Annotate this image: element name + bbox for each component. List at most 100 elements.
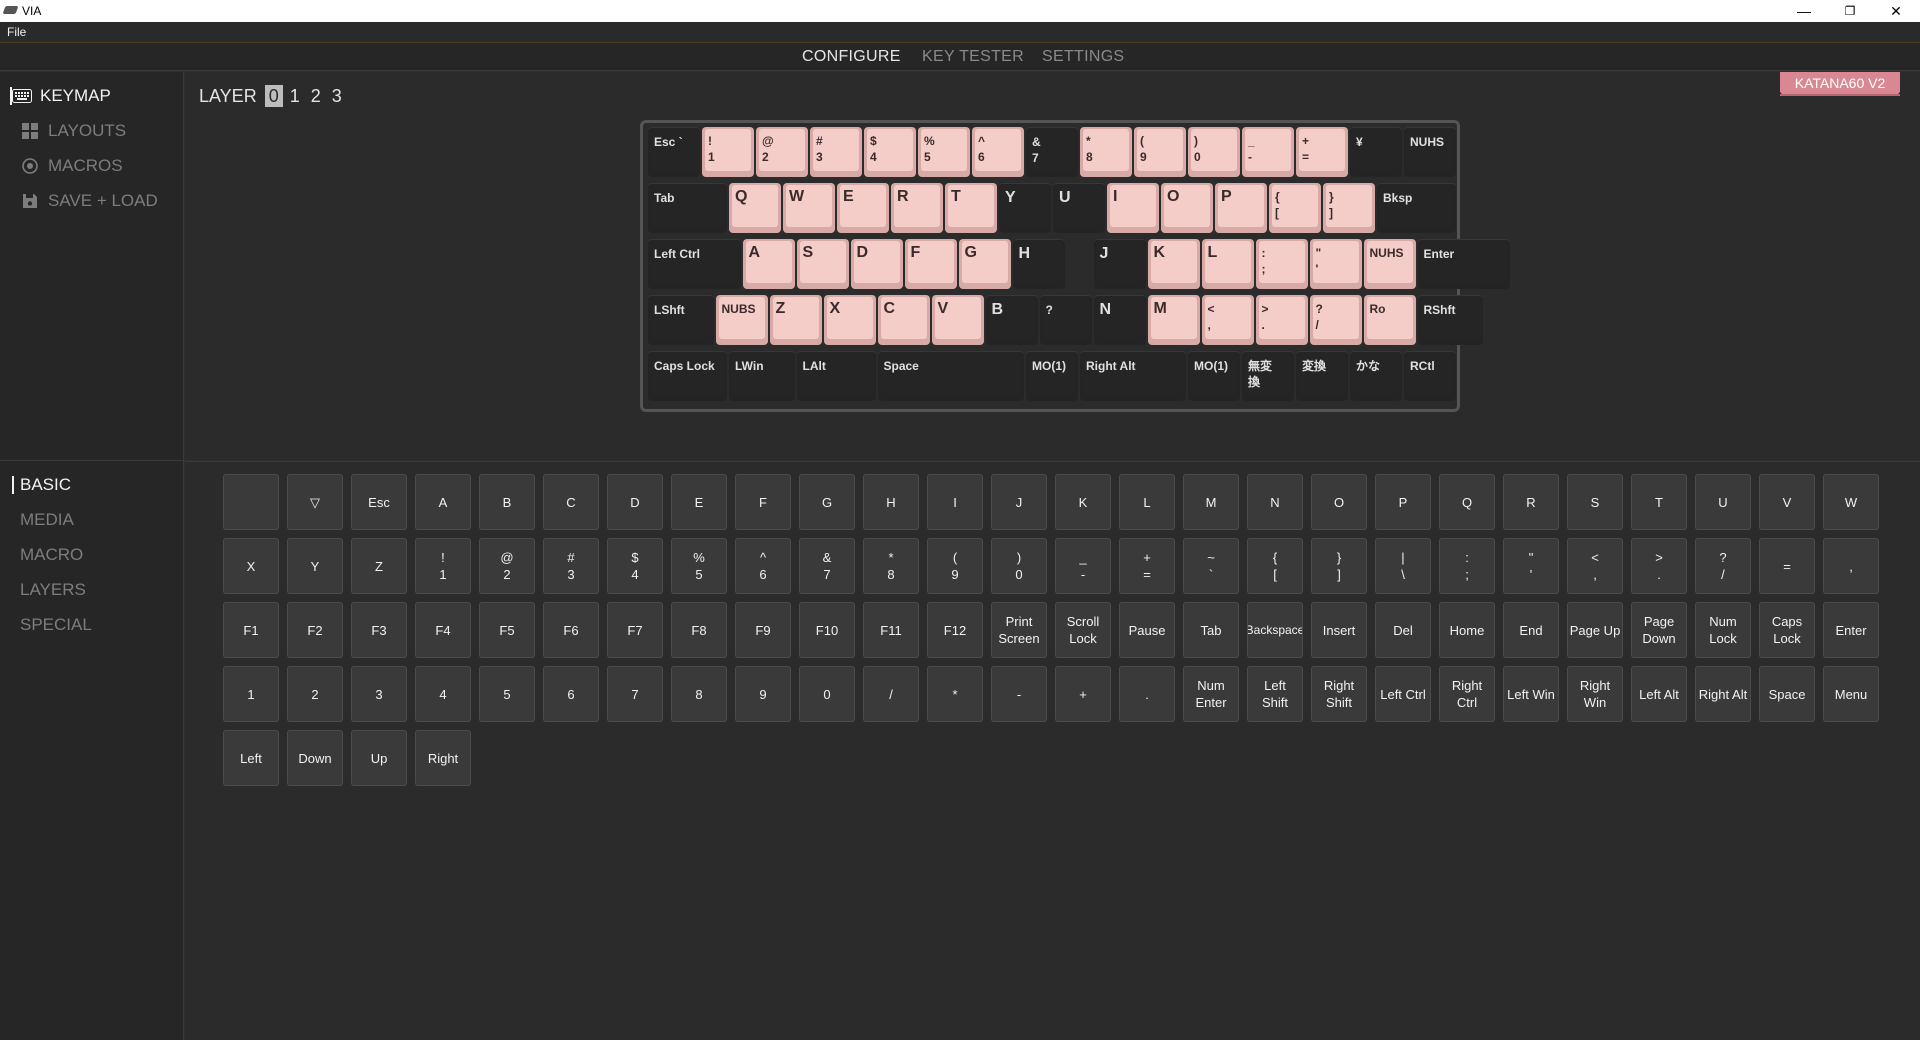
picker-key[interactable]: F7 <box>607 602 663 658</box>
picker-key[interactable]: X <box>223 538 279 594</box>
picker-key[interactable]: ~ ` <box>1183 538 1239 594</box>
picker-key[interactable]: F6 <box>543 602 599 658</box>
keymap-key[interactable]: + = <box>1296 127 1348 177</box>
close-button[interactable]: ✕ <box>1873 0 1919 22</box>
picker-key[interactable]: & 7 <box>799 538 855 594</box>
picker-key[interactable]: P <box>1375 474 1431 530</box>
keymap-key[interactable]: ? / <box>1309 295 1362 345</box>
picker-key[interactable]: / <box>863 666 919 722</box>
picker-key[interactable] <box>223 474 279 530</box>
picker-key[interactable]: } ] <box>1311 538 1367 594</box>
picker-key[interactable]: 7 <box>607 666 663 722</box>
picker-key[interactable]: - <box>991 666 1047 722</box>
keymap-key[interactable]: LWin <box>729 351 795 401</box>
keymap-key[interactable]: @ 2 <box>756 127 808 177</box>
picker-key[interactable]: Menu <box>1823 666 1879 722</box>
picker-key[interactable]: M <box>1183 474 1239 530</box>
keymap-key[interactable]: ( 9 <box>1134 127 1186 177</box>
picker-key[interactable]: ! 1 <box>415 538 471 594</box>
picker-key[interactable]: < , <box>1567 538 1623 594</box>
picker-key[interactable]: E <box>671 474 727 530</box>
picker-key[interactable]: 5 <box>479 666 535 722</box>
keymap-key[interactable]: > . <box>1255 295 1308 345</box>
picker-key[interactable]: Right Ctrl <box>1439 666 1495 722</box>
sidebar-item-layouts[interactable]: LAYOUTS <box>20 119 126 143</box>
picker-key[interactable]: ▽ <box>287 474 343 530</box>
keymap-key[interactable]: A <box>742 239 795 289</box>
picker-key[interactable]: Right <box>415 730 471 786</box>
picker-key[interactable]: Right Alt <box>1695 666 1751 722</box>
keymap-key[interactable]: Space <box>877 351 1024 401</box>
keymap-key[interactable]: * 8 <box>1080 127 1132 177</box>
keymap-key[interactable]: < , <box>1201 295 1254 345</box>
keymap-key[interactable]: LShft <box>648 295 714 345</box>
layer-3-button[interactable]: 3 <box>328 85 346 107</box>
picker-key[interactable]: Enter <box>1823 602 1879 658</box>
keymap-key[interactable]: G <box>958 239 1011 289</box>
tab-settings[interactable]: SETTINGS <box>1042 48 1124 66</box>
keymap-key[interactable]: } ] <box>1323 183 1375 233</box>
keymap-key[interactable]: { [ <box>1269 183 1321 233</box>
category-layers[interactable]: LAYERS <box>20 578 86 602</box>
picker-key[interactable]: F5 <box>479 602 535 658</box>
picker-key[interactable]: Num Enter <box>1183 666 1239 722</box>
picker-key[interactable]: Caps Lock <box>1759 602 1815 658</box>
picker-key[interactable]: 6 <box>543 666 599 722</box>
restore-button[interactable]: ❐ <box>1827 0 1873 22</box>
picker-key[interactable]: + <box>1055 666 1111 722</box>
picker-key[interactable]: F10 <box>799 602 855 658</box>
keymap-key[interactable]: ^ 6 <box>972 127 1024 177</box>
minimize-button[interactable]: — <box>1781 0 1827 22</box>
keymap-key[interactable]: L <box>1201 239 1254 289</box>
keymap-key[interactable]: U <box>1053 183 1105 233</box>
category-basic[interactable]: BASIC <box>12 473 71 497</box>
layer-0-button[interactable]: 0 <box>264 85 283 107</box>
picker-key[interactable]: $ 4 <box>607 538 663 594</box>
picker-key[interactable]: B <box>479 474 535 530</box>
picker-key[interactable]: S <box>1567 474 1623 530</box>
picker-key[interactable]: Up <box>351 730 407 786</box>
tab-configure[interactable]: CONFIGURE <box>802 48 901 66</box>
picker-key[interactable]: Q <box>1439 474 1495 530</box>
picker-key[interactable]: { [ <box>1247 538 1303 594</box>
keymap-key[interactable]: I <box>1107 183 1159 233</box>
keymap-key[interactable]: $ 4 <box>864 127 916 177</box>
keymap-key[interactable]: RCtl <box>1404 351 1456 401</box>
keymap-key[interactable]: ! 1 <box>702 127 754 177</box>
picker-key[interactable]: Num Lock <box>1695 602 1751 658</box>
picker-key[interactable]: 2 <box>287 666 343 722</box>
keymap-key[interactable]: & 7 <box>1026 127 1078 177</box>
keymap-key[interactable]: H <box>1012 239 1065 289</box>
picker-key[interactable]: Y <box>287 538 343 594</box>
picker-key[interactable]: 9 <box>735 666 791 722</box>
picker-key[interactable]: Right Shift <box>1311 666 1367 722</box>
picker-key[interactable]: + = <box>1119 538 1175 594</box>
picker-key[interactable]: # 3 <box>543 538 599 594</box>
keymap-key[interactable]: : ; <box>1255 239 1308 289</box>
picker-key[interactable]: > . <box>1631 538 1687 594</box>
keymap-key[interactable]: LAlt <box>796 351 876 401</box>
keymap-key[interactable]: E <box>837 183 889 233</box>
picker-key[interactable]: % 5 <box>671 538 727 594</box>
category-special[interactable]: SPECIAL <box>20 613 92 637</box>
keymap-key[interactable]: ? <box>1039 295 1092 345</box>
picker-key[interactable]: W <box>1823 474 1879 530</box>
keymap-key[interactable]: T <box>945 183 997 233</box>
keymap-key[interactable]: Left Ctrl <box>648 239 741 289</box>
picker-key[interactable]: N <box>1247 474 1303 530</box>
picker-key[interactable]: 1 <box>223 666 279 722</box>
picker-key[interactable]: ^ 6 <box>735 538 791 594</box>
keymap-key[interactable]: % 5 <box>918 127 970 177</box>
keymap-key[interactable]: P <box>1215 183 1267 233</box>
picker-key[interactable]: * 8 <box>863 538 919 594</box>
picker-key[interactable]: Left Ctrl <box>1375 666 1431 722</box>
keymap-key[interactable]: Z <box>769 295 822 345</box>
picker-key[interactable]: G <box>799 474 855 530</box>
keymap-key[interactable]: かな <box>1350 351 1402 401</box>
picker-key[interactable]: * <box>927 666 983 722</box>
picker-key[interactable]: Insert <box>1311 602 1367 658</box>
picker-key[interactable]: F <box>735 474 791 530</box>
picker-key[interactable]: H <box>863 474 919 530</box>
picker-key[interactable]: Left <box>223 730 279 786</box>
keymap-key[interactable]: 無変 換 <box>1242 351 1294 401</box>
